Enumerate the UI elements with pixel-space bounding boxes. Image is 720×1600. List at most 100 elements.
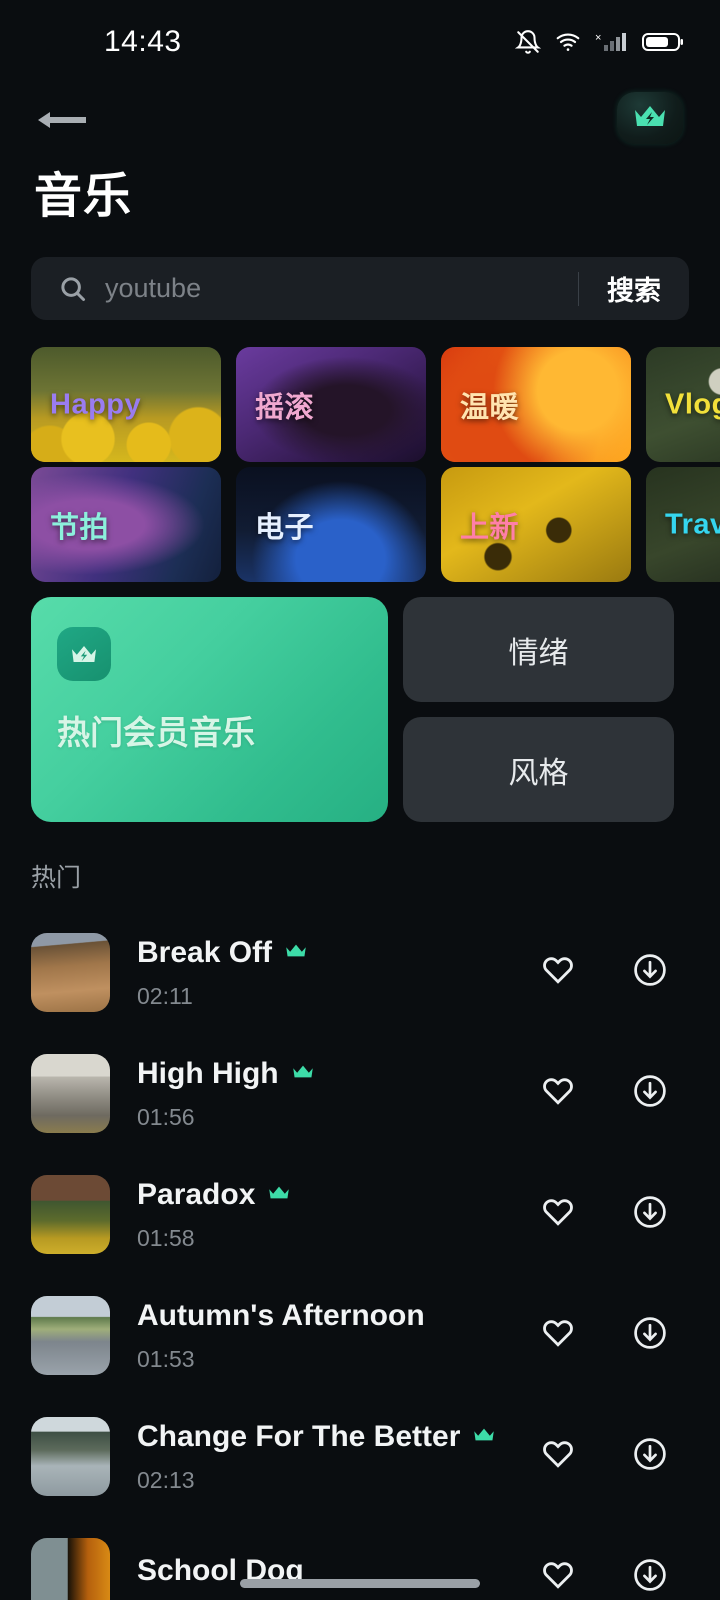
- song-title-line: Change For The Better: [137, 1420, 536, 1454]
- song-title: Paradox: [137, 1177, 256, 1211]
- song-list-item[interactable]: High High 01:56: [0, 1033, 720, 1154]
- song-title: Change For The Better: [137, 1419, 461, 1453]
- heart-icon: [540, 1558, 576, 1597]
- crown-icon: [630, 100, 670, 137]
- song-title: Break Off: [137, 935, 273, 969]
- song-thumbnail: [31, 1296, 110, 1375]
- category-tile[interactable]: Travel: [646, 467, 720, 582]
- no-sim-signal-icon: ×: [595, 29, 629, 55]
- song-title-line: High High: [137, 1057, 536, 1091]
- song-info: Autumn's Afternoon 01:53: [137, 1299, 536, 1373]
- download-circle-icon: [632, 1073, 668, 1114]
- member-music-card[interactable]: 热门会员音乐: [31, 597, 388, 822]
- song-list-item[interactable]: Autumn's Afternoon 01:53: [0, 1275, 720, 1396]
- download-button[interactable]: [628, 1435, 672, 1479]
- song-duration: 02:13: [137, 1466, 195, 1493]
- heart-icon: [540, 1074, 576, 1113]
- category-tile[interactable]: 摇滚: [236, 347, 426, 462]
- heart-icon: [540, 953, 576, 992]
- download-button[interactable]: [628, 1314, 672, 1358]
- section-header-popular: 热门: [31, 864, 82, 892]
- song-list-item[interactable]: Change For The Better 02:13: [0, 1396, 720, 1517]
- song-thumbnail: [31, 933, 110, 1012]
- song-info: Change For The Better 02:13: [137, 1420, 536, 1494]
- status-bar-icons: ×: [515, 29, 684, 55]
- tile-label: 摇滚: [255, 391, 315, 424]
- category-tile[interactable]: Vlog: [646, 347, 720, 462]
- song-info: High High 01:56: [137, 1057, 536, 1131]
- song-thumbnail: [31, 1175, 110, 1254]
- vip-crown-icon: [283, 940, 309, 966]
- page-title: 音乐: [34, 170, 133, 223]
- like-button[interactable]: [536, 1193, 580, 1237]
- download-button[interactable]: [628, 1193, 672, 1237]
- song-title-line: Break Off: [137, 936, 536, 970]
- song-duration: 02:11: [137, 982, 193, 1009]
- search-input[interactable]: [105, 273, 578, 304]
- tile-label: Happy: [50, 388, 142, 420]
- like-button[interactable]: [536, 951, 580, 995]
- vip-crown-icon: [471, 1424, 497, 1450]
- song-action-buttons: [536, 1435, 672, 1479]
- song-list-item[interactable]: Break Off 02:11: [0, 912, 720, 1033]
- song-title-line: Autumn's Afternoon: [137, 1299, 536, 1333]
- song-action-buttons: [536, 1556, 672, 1600]
- member-card-title: 热门会员音乐: [57, 714, 255, 751]
- crown-icon: [57, 627, 111, 681]
- top-navigation: [0, 86, 720, 164]
- vip-crown-icon: [266, 1182, 292, 1208]
- download-circle-icon: [632, 952, 668, 993]
- song-action-buttons: [536, 1193, 672, 1237]
- vip-badge-button[interactable]: [617, 92, 683, 144]
- download-button[interactable]: [628, 1072, 672, 1116]
- category-tile[interactable]: 电子: [236, 467, 426, 582]
- download-button[interactable]: [628, 1556, 672, 1600]
- song-list-item[interactable]: Paradox 01:58: [0, 1154, 720, 1275]
- download-circle-icon: [632, 1436, 668, 1477]
- search-button[interactable]: 搜索: [579, 269, 689, 308]
- category-tiles-row-2[interactable]: 节拍 电子 上新 Travel: [0, 467, 720, 582]
- category-tile[interactable]: Happy: [31, 347, 221, 462]
- status-bar-clock: 14:43: [104, 25, 182, 58]
- filter-button-mood[interactable]: 情绪: [403, 597, 674, 702]
- song-action-buttons: [536, 951, 672, 995]
- like-button[interactable]: [536, 1314, 580, 1358]
- like-button[interactable]: [536, 1435, 580, 1479]
- download-button[interactable]: [628, 951, 672, 995]
- tile-label: 上新: [460, 511, 520, 544]
- tile-label: 节拍: [50, 511, 110, 544]
- song-duration: 01:58: [137, 1224, 195, 1251]
- heart-icon: [540, 1437, 576, 1476]
- download-circle-icon: [632, 1315, 668, 1356]
- tile-label: Vlog: [665, 388, 720, 420]
- category-tile[interactable]: 节拍: [31, 467, 221, 582]
- category-tile[interactable]: 温暖: [441, 347, 631, 462]
- svg-text:×: ×: [595, 32, 601, 44]
- filter-button-style[interactable]: 风格: [403, 717, 674, 822]
- like-button[interactable]: [536, 1556, 580, 1600]
- search-bar[interactable]: 搜索: [31, 257, 689, 320]
- vip-crown-icon: [290, 1061, 316, 1087]
- category-tiles-row-1[interactable]: Happy 摇滚 温暖 Vlog: [0, 347, 720, 462]
- wifi-icon: [554, 29, 582, 55]
- category-tile-strip: 节拍 电子 上新 Travel: [0, 467, 720, 582]
- song-title: High High: [137, 1056, 279, 1090]
- back-button[interactable]: [34, 100, 94, 144]
- song-thumbnail: [31, 1417, 110, 1496]
- heart-icon: [540, 1316, 576, 1355]
- home-indicator[interactable]: [240, 1579, 480, 1588]
- app-screen: 14:43 × 音乐 youtube 搜索 Happy 摇滚 温暖 Vlo 节拍…: [0, 0, 720, 1600]
- status-bar: 14:43 ×: [0, 0, 720, 84]
- battery-icon: [642, 30, 684, 54]
- heart-icon: [540, 1195, 576, 1234]
- download-circle-icon: [632, 1194, 668, 1235]
- song-info: School Dog: [137, 1554, 536, 1600]
- category-tile[interactable]: 上新: [441, 467, 631, 582]
- song-duration: 01:56: [137, 1103, 195, 1130]
- song-duration: 01:53: [137, 1345, 195, 1372]
- song-thumbnail: [31, 1054, 110, 1133]
- like-button[interactable]: [536, 1072, 580, 1116]
- search-icon: [58, 274, 88, 304]
- song-title: Autumn's Afternoon: [137, 1298, 425, 1332]
- tile-label: Travel: [665, 508, 720, 540]
